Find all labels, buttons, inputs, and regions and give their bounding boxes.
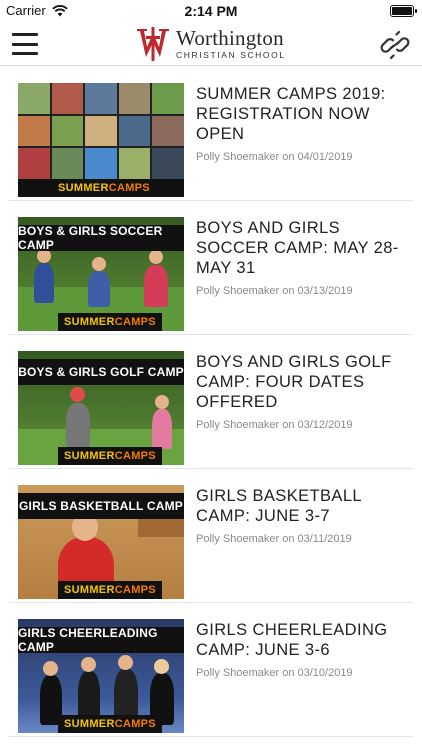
post-title[interactable]: BOYS AND GIRLS SOCCER CAMP: MAY 28-MAY 3… (196, 218, 416, 278)
list-item[interactable]: SUMMER CAMPS SUMMER CAMPS 2019: REGISTRAT… (9, 67, 413, 201)
post-meta: Polly Shoemaker on 03/11/2019 (196, 533, 352, 545)
post-meta: Polly Shoemaker on 03/13/2019 (196, 285, 353, 297)
list-item[interactable]: GIRLS BASKETBALL CAMP SUMMER CAMPS GIRLS … (9, 469, 413, 603)
thumb-footer: SUMMER CAMPS (58, 581, 162, 599)
thumb-footer: SUMMER CAMPS (58, 313, 162, 331)
logo-name: Worthington (176, 26, 284, 51)
post-meta: Polly Shoemaker on 03/10/2019 (196, 667, 353, 679)
thumb-banner: BOYS & GIRLS GOLF CAMP (18, 359, 184, 385)
thumb-footer: SUMMER CAMPS (58, 447, 162, 465)
chain-link-icon[interactable] (380, 30, 410, 60)
thumb-banner: BOYS & GIRLS SOCCER CAMP (18, 224, 184, 252)
list-item[interactable]: BOYS & GIRLS SOCCER CAMP SUMMER CAMPS BOY… (9, 201, 413, 335)
thumb-banner: GIRLS BASKETBALL CAMP (18, 493, 184, 519)
post-thumbnail: GIRLS BASKETBALL CAMP SUMMER CAMPS (18, 485, 184, 599)
list-item[interactable]: BOYS & GIRLS GOLF CAMP SUMMER CAMPS BOYS … (9, 335, 413, 469)
status-bar: Carrier 2:14 PM (0, 0, 422, 22)
hamburger-menu-icon[interactable] (12, 33, 38, 55)
post-thumbnail: BOYS & GIRLS SOCCER CAMP SUMMER CAMPS (18, 217, 184, 331)
logo-subtitle: CHRISTIAN SCHOOL (176, 50, 286, 61)
app-header: Worthington CHRISTIAN SCHOOL (0, 22, 422, 66)
post-title[interactable]: GIRLS BASKETBALL CAMP: JUNE 3-7 (196, 486, 416, 526)
status-time: 2:14 PM (184, 3, 238, 19)
thumb-banner: GIRLS CHEERLEADING CAMP (18, 626, 184, 654)
post-title[interactable]: GIRLS CHEERLEADING CAMP: JUNE 3-6 (196, 620, 416, 660)
post-title[interactable]: BOYS AND GIRLS GOLF CAMP: FOUR DATES OFF… (196, 352, 416, 412)
thumb-footer: SUMMER CAMPS (58, 715, 162, 733)
school-logo: Worthington CHRISTIAN SCHOOL (134, 24, 286, 64)
post-thumbnail: GIRLS CHEERLEADING CAMP SUMMER CAMPS (18, 619, 184, 733)
post-title[interactable]: SUMMER CAMPS 2019: REGISTRATION NOW OPEN (196, 84, 416, 144)
posts-list: SUMMER CAMPS SUMMER CAMPS 2019: REGISTRAT… (0, 67, 422, 737)
post-meta: Polly Shoemaker on 04/01/2019 (196, 151, 353, 163)
thumb-footer: SUMMER CAMPS (52, 179, 156, 197)
wc-monogram-icon (137, 27, 169, 61)
list-item[interactable]: GIRLS CHEERLEADING CAMP SUMMER CAMPS GIRL… (9, 603, 413, 737)
battery-icon (390, 5, 417, 17)
post-meta: Polly Shoemaker on 03/12/2019 (196, 419, 353, 431)
post-thumbnail: BOYS & GIRLS GOLF CAMP SUMMER CAMPS (18, 351, 184, 465)
post-thumbnail: SUMMER CAMPS (18, 83, 184, 197)
